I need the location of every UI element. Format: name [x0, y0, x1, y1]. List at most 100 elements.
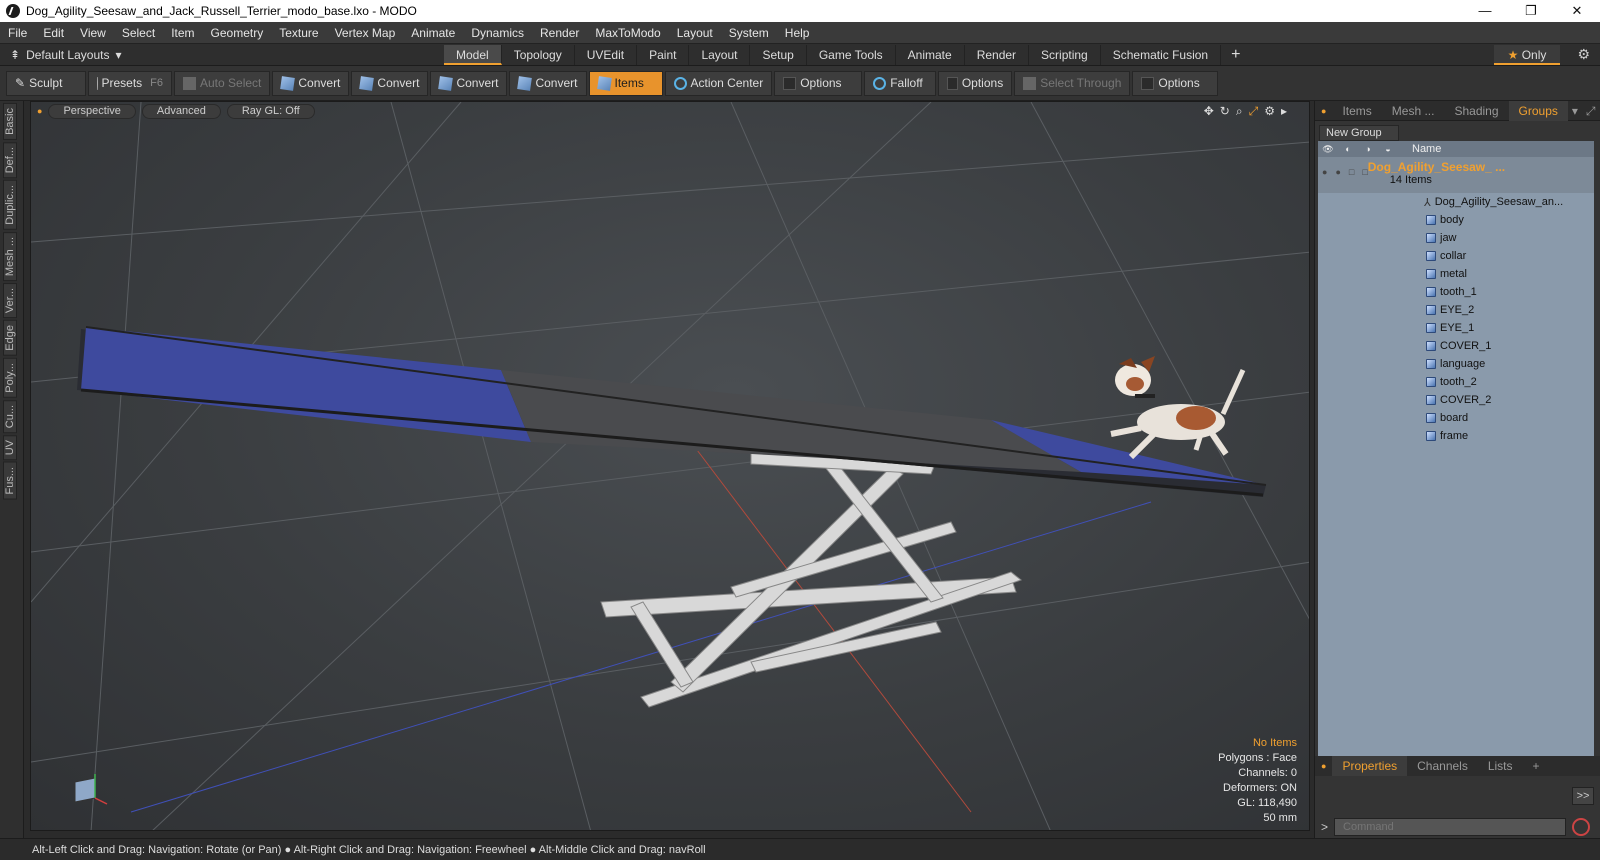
tab-mesh-edit[interactable]: Mesh ...: [3, 231, 17, 282]
tab-lists[interactable]: Lists: [1478, 756, 1523, 776]
tab-properties[interactable]: Properties: [1332, 756, 1408, 776]
tree-item-metal[interactable]: metal: [1318, 265, 1594, 283]
tree-item-cover-1[interactable]: COVER_1: [1318, 337, 1594, 355]
tab-paint[interactable]: Paint: [637, 44, 690, 65]
expand-command-button[interactable]: >>: [1572, 787, 1594, 805]
menu-layout[interactable]: Layout: [669, 22, 721, 44]
action-center-options-button[interactable]: Options: [774, 70, 863, 96]
convert-button-3[interactable]: Convert: [430, 70, 508, 96]
menu-geometry[interactable]: Geometry: [203, 22, 272, 44]
tree-item-locator[interactable]: ⅄ Dog_Agility_Seesaw_an...: [1318, 193, 1594, 211]
panel-dropdown-icon[interactable]: ▾: [1568, 101, 1582, 121]
select-through-options-button[interactable]: Options: [1132, 70, 1219, 96]
gear-icon[interactable]: ⚙: [1577, 46, 1590, 63]
add-layout-icon[interactable]: +: [1221, 46, 1250, 64]
convert-button-1[interactable]: Convert: [272, 70, 350, 96]
tab-animate[interactable]: Animate: [896, 44, 965, 65]
record-macro-icon[interactable]: [1572, 818, 1591, 836]
convert-button-4[interactable]: Convert: [509, 70, 587, 96]
tab-curve[interactable]: Cu...: [3, 399, 17, 433]
select-through-button[interactable]: Select Through: [1014, 70, 1131, 96]
menu-file[interactable]: File: [0, 22, 35, 44]
menu-animate[interactable]: Animate: [403, 22, 463, 44]
falloff-button[interactable]: Falloff: [864, 70, 937, 96]
3d-viewport[interactable]: ● Perspective Advanced Ray GL: Off ✥ ↻ ⌕…: [30, 101, 1310, 831]
visibility-eye-icon[interactable]: ●: [1322, 167, 1327, 177]
render-toggle-icon[interactable]: ●: [1335, 167, 1340, 177]
rotate-icon[interactable]: ↻: [1220, 104, 1230, 119]
auto-select-button[interactable]: Auto Select: [174, 70, 271, 96]
items-button[interactable]: Items: [588, 70, 663, 96]
tree-item-body[interactable]: body: [1318, 211, 1594, 229]
tree-item-frame[interactable]: frame: [1318, 427, 1594, 445]
menu-help[interactable]: Help: [777, 22, 818, 44]
lock-column-icon[interactable]: ◑: [1358, 144, 1378, 154]
menu-render[interactable]: Render: [532, 22, 587, 44]
command-input[interactable]: [1334, 818, 1567, 836]
viewport-menu-dot-icon[interactable]: ●: [37, 106, 42, 116]
viewport-expand-icon[interactable]: ▸: [1281, 104, 1287, 119]
tab-groups[interactable]: Groups: [1508, 100, 1568, 121]
tree-item-cover-2[interactable]: COVER_2: [1318, 391, 1594, 409]
tab-shading[interactable]: Shading: [1444, 101, 1508, 121]
tab-edge[interactable]: Edge: [3, 320, 17, 356]
tree-item-board[interactable]: board: [1318, 409, 1594, 427]
menu-select[interactable]: Select: [114, 22, 163, 44]
viewport-settings-icon[interactable]: ⚙: [1264, 104, 1275, 119]
tab-uv[interactable]: UV: [3, 434, 17, 461]
menu-edit[interactable]: Edit: [35, 22, 72, 44]
only-toggle[interactable]: ★ Only: [1494, 45, 1560, 65]
tree-item-eye-2[interactable]: EYE_2: [1318, 301, 1594, 319]
new-group-button[interactable]: New Group: [1319, 125, 1399, 141]
restore-button[interactable]: ❐: [1508, 0, 1554, 22]
tree-item-jaw[interactable]: jaw: [1318, 229, 1594, 247]
tree-item-language[interactable]: language: [1318, 355, 1594, 373]
pan-icon[interactable]: ✥: [1204, 104, 1214, 119]
menu-vertex-map[interactable]: Vertex Map: [327, 22, 404, 44]
close-button[interactable]: ✕: [1554, 0, 1600, 22]
tree-item-collar[interactable]: collar: [1318, 247, 1594, 265]
add-tab-icon[interactable]: +: [1523, 756, 1550, 776]
presets-button[interactable]: Presets F6: [88, 70, 172, 96]
eye-column-icon[interactable]: 👁: [1318, 144, 1338, 155]
lock-toggle-icon[interactable]: □: [1349, 167, 1354, 177]
panel-expand-icon[interactable]: ⤢: [1582, 101, 1600, 121]
action-center-button[interactable]: Action Center: [664, 70, 773, 96]
tree-item-eye-1[interactable]: EYE_1: [1318, 319, 1594, 337]
menu-system[interactable]: System: [721, 22, 777, 44]
tab-basic[interactable]: Basic: [3, 103, 17, 140]
menu-view[interactable]: View: [72, 22, 114, 44]
default-layouts-dropdown[interactable]: ⇞ Default Layouts ▾: [0, 48, 444, 62]
tab-uvedit[interactable]: UVEdit: [575, 44, 638, 65]
tab-render[interactable]: Render: [965, 44, 1030, 65]
tab-duplicate[interactable]: Duplic...: [3, 180, 17, 230]
falloff-options-button[interactable]: Options: [938, 70, 1013, 96]
tab-channels[interactable]: Channels: [1407, 756, 1478, 776]
sculpt-button[interactable]: ✎ Sculpt: [6, 70, 86, 96]
panel-menu-dot-icon[interactable]: ●: [1315, 101, 1332, 121]
tab-polygon[interactable]: Poly...: [3, 357, 17, 398]
tab-fusion[interactable]: Fus...: [3, 462, 17, 500]
menu-dynamics[interactable]: Dynamics: [463, 22, 532, 44]
raygl-toggle[interactable]: Ray GL: Off: [226, 103, 315, 119]
minimize-button[interactable]: —: [1462, 0, 1508, 22]
menu-item[interactable]: Item: [163, 22, 202, 44]
tab-topology[interactable]: Topology: [502, 44, 575, 65]
tab-layout[interactable]: Layout: [689, 44, 751, 65]
shading-dropdown[interactable]: Advanced: [141, 103, 221, 119]
tab-scripting[interactable]: Scripting: [1029, 44, 1101, 65]
tab-model[interactable]: Model: [444, 44, 502, 65]
tree-item-tooth-1[interactable]: tooth_1: [1318, 283, 1594, 301]
tab-mesh[interactable]: Mesh ...: [1382, 101, 1445, 121]
tab-vertex[interactable]: Ver...: [3, 283, 17, 319]
render-column-icon[interactable]: ◐: [1338, 144, 1358, 154]
fit-icon[interactable]: ⤢: [1249, 104, 1259, 119]
tab-items[interactable]: Items: [1332, 101, 1381, 121]
perspective-dropdown[interactable]: Perspective: [48, 103, 136, 119]
zoom-icon[interactable]: ⌕: [1236, 104, 1243, 119]
select-column-icon[interactable]: ◒: [1378, 144, 1398, 154]
name-column-header[interactable]: Name: [1412, 143, 1441, 155]
tab-game-tools[interactable]: Game Tools: [807, 44, 896, 65]
properties-menu-dot-icon[interactable]: ●: [1315, 756, 1332, 776]
menu-texture[interactable]: Texture: [271, 22, 326, 44]
